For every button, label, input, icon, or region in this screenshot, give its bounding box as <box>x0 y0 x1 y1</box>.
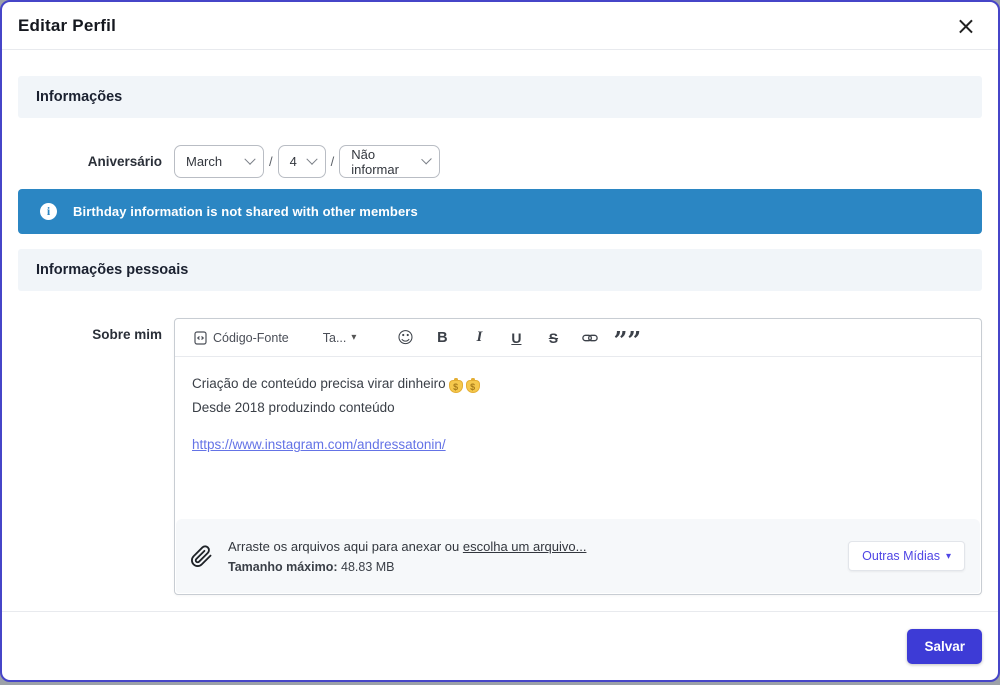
birthday-row: Aniversário March / 4 / Não informar <box>18 145 982 178</box>
content-line-1: Criação de conteúdo precisa virar dinhei… <box>192 372 964 396</box>
date-separator: / <box>330 154 335 169</box>
section-header-informacoes-pessoais: Informações pessoais <box>18 249 982 291</box>
modal-header: Editar Perfil × <box>2 2 998 50</box>
chevron-down-icon <box>421 153 433 164</box>
about-me-label: Sobre mim <box>92 327 162 342</box>
drag-drop-text: Arraste os arquivos aqui para anexar ou … <box>228 539 848 554</box>
max-size-text: Tamanho máximo: 48.83 MB <box>228 560 848 574</box>
edit-profile-modal: Editar Perfil × Informações Aniversário … <box>0 0 1000 682</box>
paperclip-icon <box>190 544 216 568</box>
format-buttons: ☺ B I U S ”” <box>381 324 642 355</box>
modal-title: Editar Perfil <box>18 15 117 35</box>
modal-footer: Salvar <box>2 611 998 680</box>
money-bag-emoji: $ <box>448 378 463 393</box>
attachment-texts: Arraste os arquivos aqui para anexar ou … <box>228 539 848 574</box>
max-size-label: Tamanho máximo: <box>228 559 338 574</box>
editor-toolbar: Código-Fonte Ta... ▾ ☺ B I U S ” ” <box>175 319 981 357</box>
birthday-controls: March / 4 / Não informar <box>174 145 441 178</box>
emoji-button[interactable]: ☺ <box>392 324 418 351</box>
birthday-year-select[interactable]: Não informar <box>339 145 441 178</box>
save-button[interactable]: Salvar <box>907 628 982 664</box>
other-media-button[interactable]: Outras Mídias ▾ <box>848 541 965 571</box>
caret-down-icon: ▾ <box>351 332 357 343</box>
section-header-informacoes: Informações <box>18 76 982 118</box>
info-icon: i <box>40 203 57 220</box>
birthday-info-banner: i Birthday information is not shared wit… <box>18 189 982 234</box>
birthday-month-select[interactable]: March <box>174 145 264 178</box>
birthday-day-select[interactable]: 4 <box>277 145 326 178</box>
banner-text: Birthday information is not shared with … <box>73 204 418 219</box>
max-size-value: 48.83 MB <box>341 559 395 574</box>
other-media-label: Outras Mídias <box>862 549 940 563</box>
section-title: Informações pessoais <box>36 262 189 278</box>
font-size-label: Ta... <box>322 330 347 345</box>
link-icon <box>582 334 599 341</box>
drag-text: Arraste os arquivos aqui para anexar ou <box>228 538 460 554</box>
instagram-link[interactable]: https://www.instagram.com/andressatonin/ <box>192 437 446 452</box>
font-size-dropdown[interactable]: Ta... ▾ <box>318 327 362 349</box>
close-icon[interactable]: × <box>950 12 982 40</box>
bold-button[interactable]: B <box>429 326 455 350</box>
modal-body: Informações Aniversário March / 4 / Não … <box>2 50 998 595</box>
source-code-icon <box>194 330 207 345</box>
attachment-dropzone[interactable]: Arraste os arquivos aqui para anexar ou … <box>176 519 980 593</box>
source-code-button[interactable]: Código-Fonte <box>189 327 294 349</box>
quote-icon: ” <box>613 325 628 355</box>
money-bag-emoji: $ <box>465 378 480 393</box>
birthday-day-value: 4 <box>289 154 297 169</box>
rich-text-editor: Código-Fonte Ta... ▾ ☺ B I U S ” ” Criaç… <box>174 318 982 595</box>
about-me-textarea[interactable]: Criação de conteúdo precisa virar dinhei… <box>175 357 981 519</box>
choose-file-link[interactable]: escolha um arquivo... <box>463 539 587 554</box>
birthday-label: Aniversário <box>87 154 162 169</box>
link-button[interactable] <box>577 329 603 347</box>
quote-icon: ” <box>627 325 642 355</box>
section-title: Informações <box>36 89 123 105</box>
birthday-year-value: Não informar <box>351 146 399 177</box>
underline-button[interactable]: U <box>503 326 529 350</box>
date-separator: / <box>269 154 273 169</box>
birthday-month-value: March <box>186 154 223 169</box>
chevron-down-icon <box>244 153 256 165</box>
caret-down-icon: ▾ <box>945 550 951 562</box>
blockquote-button[interactable]: ”” <box>613 325 642 355</box>
content-line-2: Desde 2018 produzindo conteúdo <box>192 399 395 415</box>
smiley-icon: ☺ <box>397 328 414 347</box>
strikethrough-button[interactable]: S <box>540 326 566 350</box>
content-line-1-text: Criação de conteúdo precisa virar dinhei… <box>192 376 446 391</box>
source-code-label: Código-Fonte <box>213 330 289 345</box>
italic-button[interactable]: I <box>466 325 492 350</box>
about-me-row: Sobre mim Código-Fonte Ta... ▾ ☺ B I U S… <box>18 318 982 595</box>
chevron-down-icon <box>305 153 318 165</box>
